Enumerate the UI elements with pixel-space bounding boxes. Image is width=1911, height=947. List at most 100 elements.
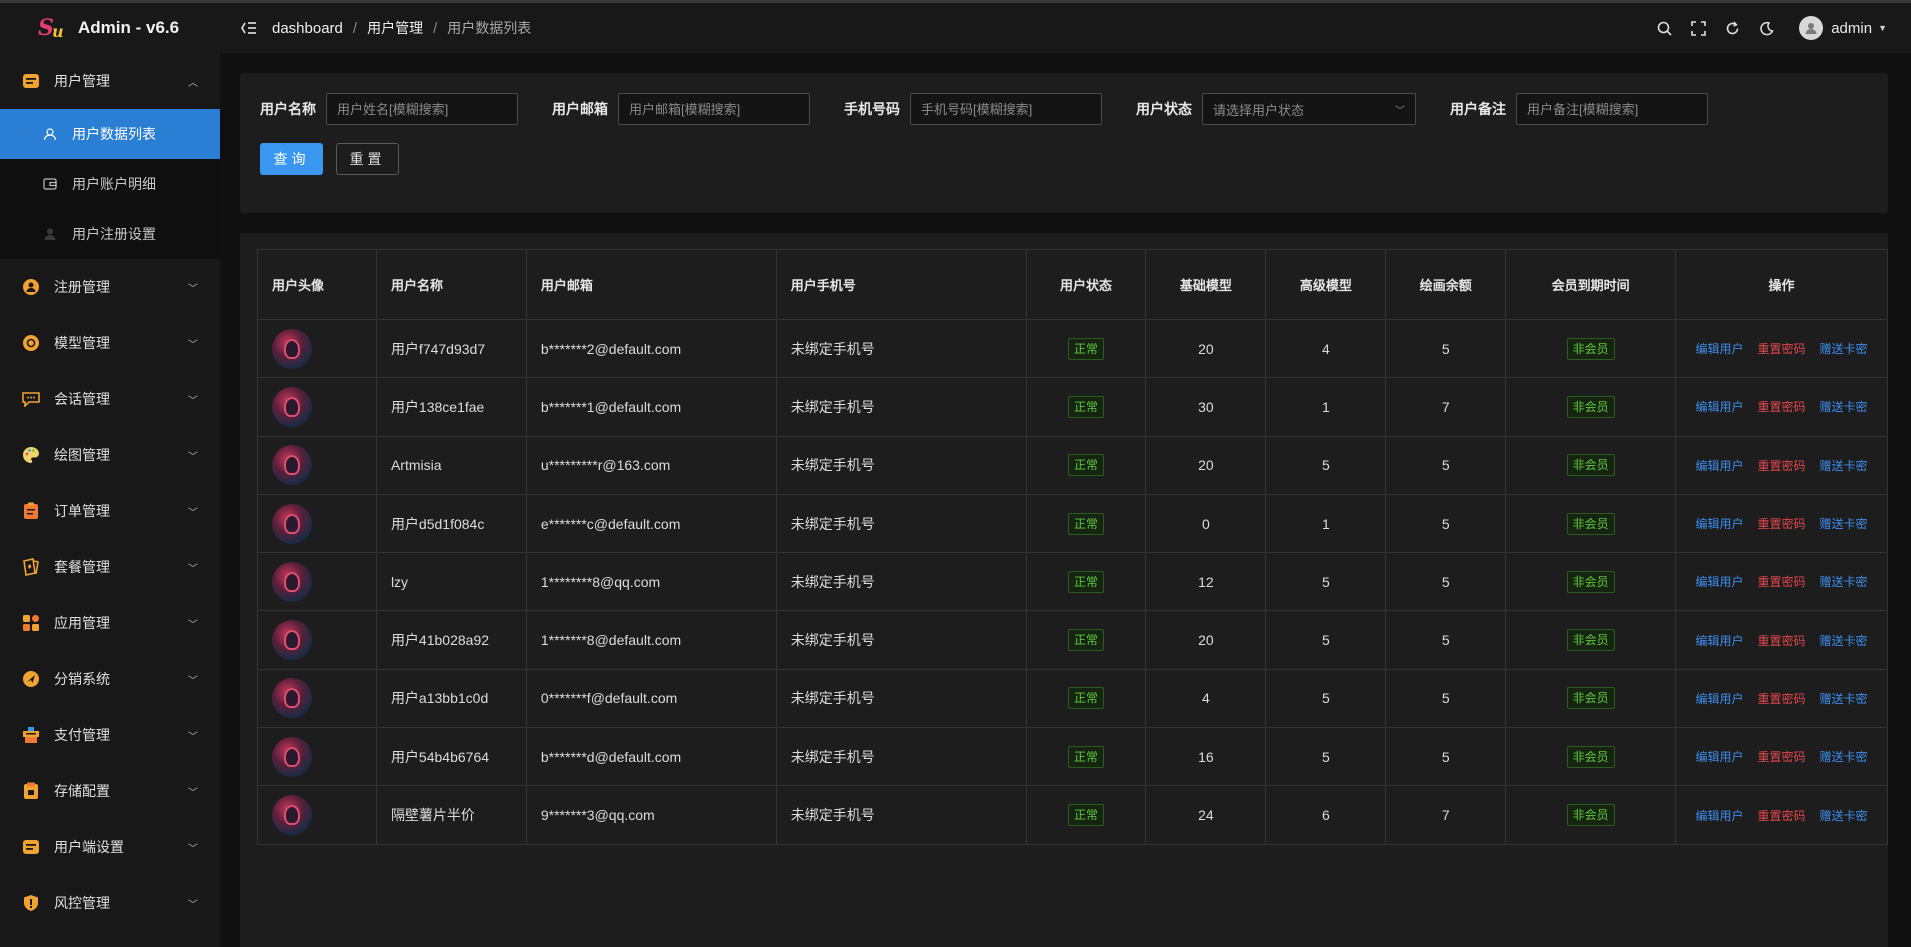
gift-card-button[interactable]: 赠送卡密 xyxy=(1820,690,1868,707)
member-badge: 非会员 xyxy=(1566,629,1615,652)
reset-password-button[interactable]: 重置密码 xyxy=(1758,573,1806,590)
sidebar: 用户管理 ︿ 用户数据列表 用户账户明细 用户注册设置 注册管理 ﹀ 模型管理 … xyxy=(0,53,220,947)
edit-user-button[interactable]: 编辑用户 xyxy=(1696,515,1744,532)
status-label: 用户状态 xyxy=(1136,101,1192,117)
sidebar-subitem-user-list[interactable]: 用户数据列表 xyxy=(0,109,220,159)
user-phone-cell: 未绑定手机号 xyxy=(775,610,1027,670)
sidebar-item-storage[interactable]: 存储配置 ﹀ xyxy=(0,763,220,819)
sidebar-item-risk-control[interactable]: 风控管理 ﹀ xyxy=(0,875,220,931)
sidebar-item-client-settings[interactable]: 用户端设置 ﹀ xyxy=(0,819,220,875)
sidebar-item-package[interactable]: 套餐管理 ﹀ xyxy=(0,539,220,595)
package-icon xyxy=(22,558,40,576)
column-header: 绘画余额 xyxy=(1385,249,1507,320)
gift-card-button[interactable]: 赠送卡密 xyxy=(1820,340,1868,357)
reset-password-button[interactable]: 重置密码 xyxy=(1758,690,1806,707)
refresh-icon[interactable] xyxy=(1723,19,1741,37)
edit-user-button[interactable]: 编辑用户 xyxy=(1696,457,1744,474)
gift-card-button[interactable]: 赠送卡密 xyxy=(1820,807,1868,824)
advanced-model-cell: 1 xyxy=(1265,493,1387,554)
edit-user-button[interactable]: 编辑用户 xyxy=(1696,807,1744,824)
palette-icon xyxy=(22,446,40,464)
storage-icon xyxy=(22,782,40,800)
logo-area[interactable]: Su Admin - v6.6 xyxy=(0,3,220,53)
email-input[interactable] xyxy=(629,101,799,117)
reset-password-button[interactable]: 重置密码 xyxy=(1758,515,1806,532)
breadcrumb-user-management[interactable]: 用户管理 xyxy=(367,18,423,38)
remark-input[interactable] xyxy=(1527,101,1697,117)
status-field: 用户状态 请选择用户状态 ﹀ xyxy=(1136,93,1416,125)
reset-password-button[interactable]: 重置密码 xyxy=(1758,340,1806,357)
sidebar-item-register[interactable]: 注册管理 ﹀ xyxy=(0,259,220,315)
gift-card-button[interactable]: 赠送卡密 xyxy=(1820,748,1868,765)
user-phone-cell: 未绑定手机号 xyxy=(775,377,1027,437)
name-label: 用户名称 xyxy=(260,101,316,117)
status-select-placeholder: 请选择用户状态 xyxy=(1213,102,1305,118)
user-email-cell: 1********8@qq.com xyxy=(525,552,777,612)
gift-card-button[interactable]: 赠送卡密 xyxy=(1820,573,1868,590)
sidebar-item-distribution[interactable]: 分销系统 ﹀ xyxy=(0,651,220,707)
user-name: admin xyxy=(1831,19,1873,37)
sidebar-item-apps[interactable]: 应用管理 ﹀ xyxy=(0,595,220,651)
sidebar-subitem-account-details[interactable]: 用户账户明细 xyxy=(0,159,220,209)
reset-password-button[interactable]: 重置密码 xyxy=(1758,398,1806,415)
gift-card-button[interactable]: 赠送卡密 xyxy=(1820,398,1868,415)
client-settings-icon xyxy=(22,838,40,856)
advanced-model-cell: 5 xyxy=(1265,552,1387,612)
edit-user-button[interactable]: 编辑用户 xyxy=(1696,748,1744,765)
search-icon[interactable] xyxy=(1655,19,1673,37)
status-badge: 正常 xyxy=(1068,570,1105,593)
sidebar-subitem-register-settings[interactable]: 用户注册设置 xyxy=(0,209,220,259)
reset-password-button[interactable]: 重置密码 xyxy=(1758,807,1806,824)
edit-user-button[interactable]: 编辑用户 xyxy=(1696,690,1744,707)
member-badge: 非会员 xyxy=(1566,687,1615,710)
user-email-cell: e*******c@default.com xyxy=(525,493,777,554)
basic-model-cell: 12 xyxy=(1145,552,1267,612)
edit-user-button[interactable]: 编辑用户 xyxy=(1696,632,1744,649)
reset-password-button[interactable]: 重置密码 xyxy=(1758,632,1806,649)
edit-user-button[interactable]: 编辑用户 xyxy=(1696,573,1744,590)
draw-balance-cell: 5 xyxy=(1385,610,1507,670)
user-avatar xyxy=(272,795,312,836)
remark-label: 用户备注 xyxy=(1450,101,1506,117)
user-menu[interactable]: admin ▼ xyxy=(1799,16,1887,40)
gift-card-button[interactable]: 赠送卡密 xyxy=(1820,515,1868,532)
sidebar-item-model[interactable]: 模型管理 ﹀ xyxy=(0,315,220,371)
dark-mode-icon[interactable] xyxy=(1757,19,1775,37)
payment-icon xyxy=(22,726,40,744)
sidebar-item-payment[interactable]: 支付管理 ﹀ xyxy=(0,707,220,763)
user-avatar xyxy=(272,561,312,602)
user-name-cell: Artmisia xyxy=(375,435,527,495)
status-select[interactable]: 请选择用户状态 ﹀ xyxy=(1202,93,1416,125)
sidebar-item-user-management[interactable]: 用户管理 ︿ xyxy=(0,53,220,109)
table-row: 用户138ce1fae b*******1@default.com 未绑定手机号 正常… xyxy=(257,377,1888,437)
register-icon xyxy=(22,278,40,296)
fullscreen-icon[interactable] xyxy=(1689,19,1707,37)
caret-down-icon: ▼ xyxy=(1878,23,1887,33)
sidebar-item-label: 用户管理 xyxy=(54,73,110,89)
sidebar-item-label: 注册管理 xyxy=(54,279,110,295)
column-header: 会员到期时间 xyxy=(1505,249,1677,320)
user-phone-cell: 未绑定手机号 xyxy=(775,785,1027,845)
collapse-sidebar-icon[interactable] xyxy=(240,19,258,37)
gift-card-button[interactable]: 赠送卡密 xyxy=(1820,457,1868,474)
status-badge: 正常 xyxy=(1068,454,1105,477)
basic-model-cell: 20 xyxy=(1145,318,1267,379)
edit-user-button[interactable]: 编辑用户 xyxy=(1696,398,1744,415)
email-label: 用户邮箱 xyxy=(552,101,608,117)
phone-input[interactable] xyxy=(921,101,1091,117)
breadcrumb-dashboard[interactable]: dashboard xyxy=(272,20,343,37)
edit-user-button[interactable]: 编辑用户 xyxy=(1696,340,1744,357)
reset-button[interactable]: 重置 xyxy=(336,143,399,175)
query-button[interactable]: 查询 xyxy=(260,143,323,175)
reset-password-button[interactable]: 重置密码 xyxy=(1758,457,1806,474)
reset-password-button[interactable]: 重置密码 xyxy=(1758,748,1806,765)
sidebar-item-chat[interactable]: 会话管理 ﹀ xyxy=(0,371,220,427)
name-input[interactable] xyxy=(337,101,507,117)
gift-card-button[interactable]: 赠送卡密 xyxy=(1820,632,1868,649)
sidebar-item-drawing[interactable]: 绘图管理 ﹀ xyxy=(0,427,220,483)
user-name-cell: 隔壁薯片半价 xyxy=(375,785,527,845)
member-badge: 非会员 xyxy=(1566,454,1615,477)
sidebar-item-orders[interactable]: 订单管理 ﹀ xyxy=(0,483,220,539)
table-body: 用户f747d93d7 b*******2@default.com 未绑定手机号 正常… xyxy=(257,318,1888,845)
draw-balance-cell: 5 xyxy=(1385,727,1507,787)
